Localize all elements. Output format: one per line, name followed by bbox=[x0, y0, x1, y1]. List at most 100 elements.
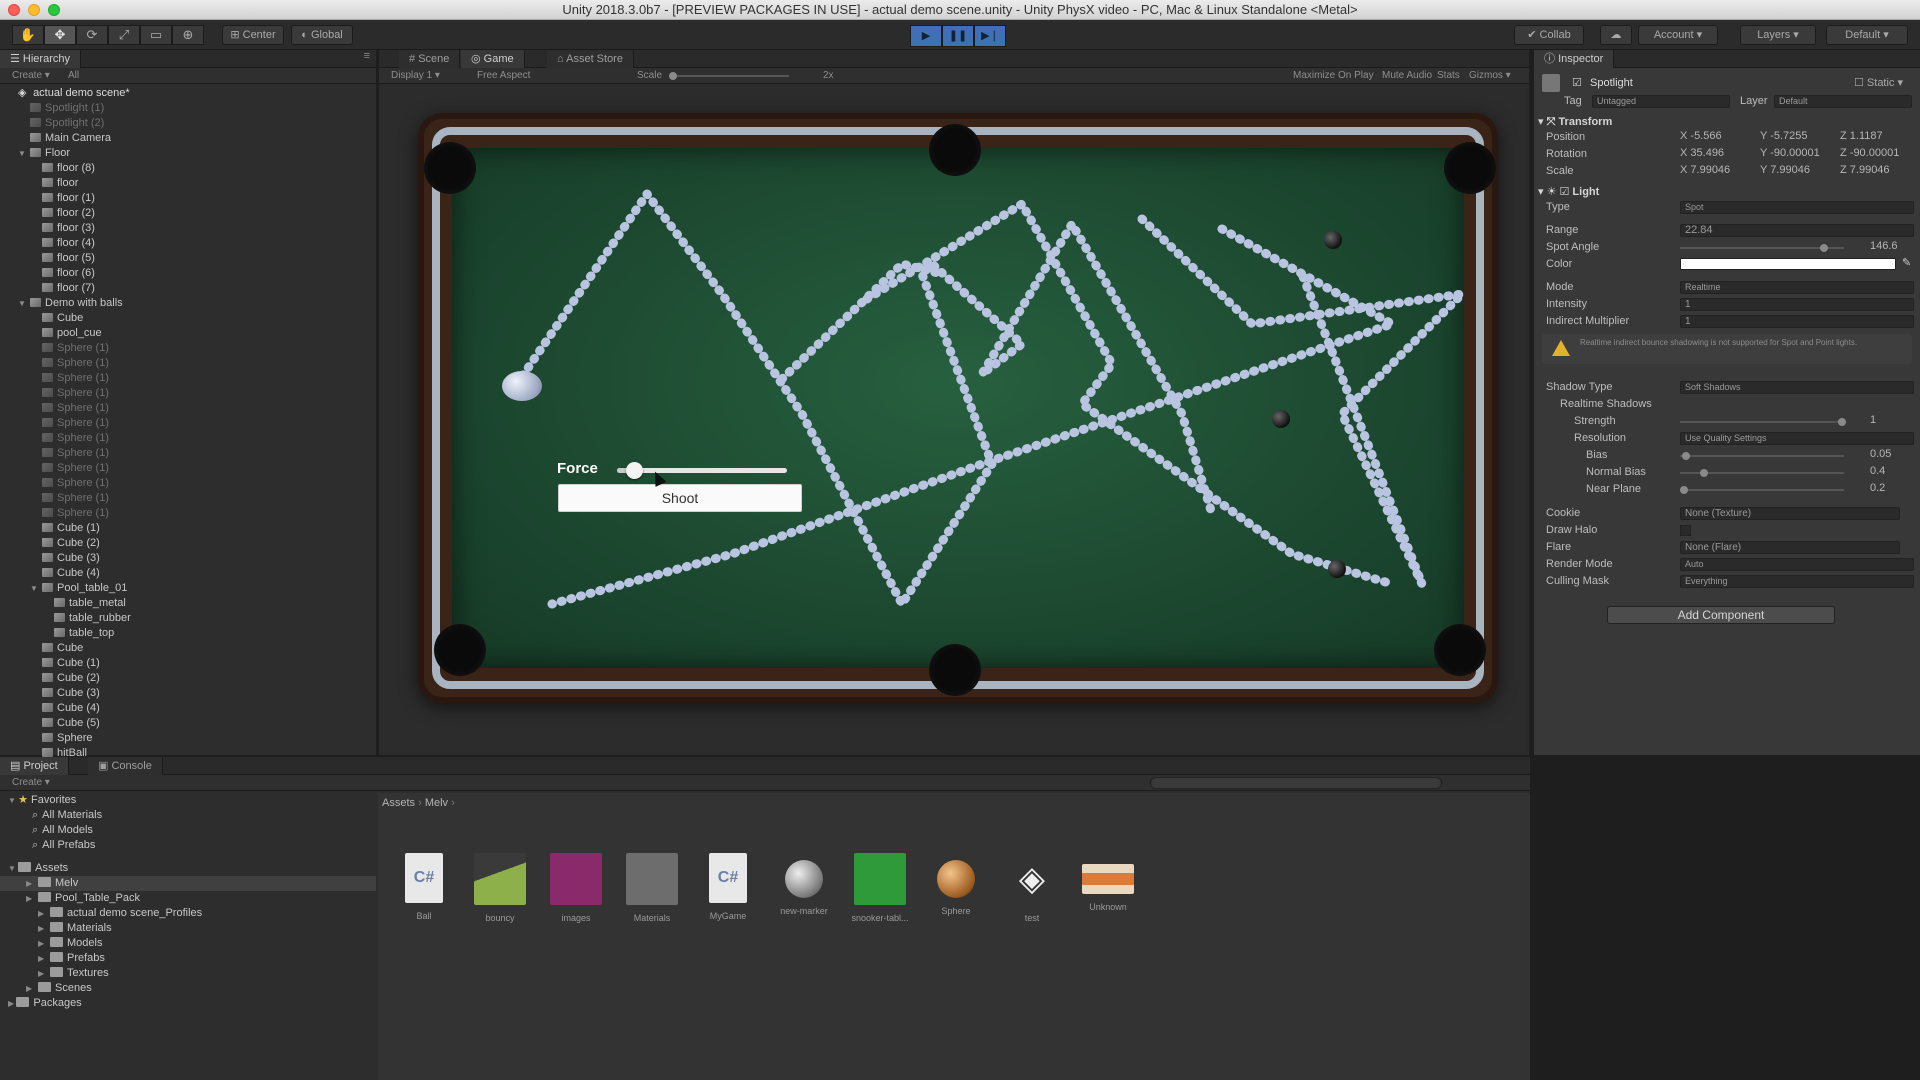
hierarchy-item[interactable]: Cube (1) bbox=[0, 656, 376, 671]
position-z-field[interactable]: Z 1.1187 bbox=[1840, 130, 1883, 142]
project-folder-item[interactable]: ▶ Prefabs bbox=[0, 951, 376, 966]
hierarchy-item[interactable]: Cube (1) bbox=[0, 521, 376, 536]
hierarchy-item[interactable]: Sphere (1) bbox=[0, 386, 376, 401]
panel-menu-icon[interactable]: ≡ bbox=[364, 50, 370, 62]
eyedropper-icon[interactable]: ✎ bbox=[1902, 256, 1911, 269]
hierarchy-item[interactable]: Sphere (1) bbox=[0, 416, 376, 431]
indirect-multiplier-field[interactable]: 1 bbox=[1680, 315, 1914, 328]
scale-tool-icon[interactable]: ⤢ bbox=[108, 25, 140, 45]
favorite-item[interactable]: ⌕ All Materials bbox=[0, 808, 376, 823]
project-folder-item[interactable]: ▶ Scenes bbox=[0, 981, 376, 996]
tab-game[interactable]: ◎ Game bbox=[461, 50, 525, 68]
hierarchy-item[interactable]: floor (7) bbox=[0, 281, 376, 296]
hierarchy-item[interactable]: Sphere (1) bbox=[0, 506, 376, 521]
force-slider[interactable] bbox=[617, 462, 787, 479]
hierarchy-item[interactable]: Sphere (1) bbox=[0, 341, 376, 356]
hierarchy-item[interactable]: Cube (2) bbox=[0, 536, 376, 551]
object-name-field[interactable]: Spotlight bbox=[1590, 77, 1790, 91]
project-search-input[interactable] bbox=[1150, 777, 1442, 789]
rotation-z-field[interactable]: Z -90.00001 bbox=[1840, 147, 1899, 159]
asset-tile[interactable]: C# MyGame bbox=[698, 853, 758, 921]
bias-knob[interactable] bbox=[1682, 452, 1690, 460]
light-enabled-checkbox[interactable]: ☑ bbox=[1560, 186, 1573, 198]
strength-knob[interactable] bbox=[1838, 418, 1846, 426]
position-x-field[interactable]: X -5.566 bbox=[1680, 130, 1722, 142]
hierarchy-item[interactable]: Cube bbox=[0, 311, 376, 326]
asset-tile[interactable]: Unknown bbox=[1078, 853, 1138, 912]
asset-tile[interactable]: new-marker bbox=[774, 853, 834, 916]
position-y-field[interactable]: Y -5.7255 bbox=[1760, 130, 1808, 142]
hierarchy-item[interactable]: Main Camera bbox=[0, 131, 376, 146]
breadcrumb-assets[interactable]: Assets bbox=[382, 797, 415, 809]
project-folder-item[interactable]: ▶ Melv bbox=[0, 876, 376, 891]
color-swatch[interactable] bbox=[1680, 258, 1896, 270]
hierarchy-item[interactable]: table_rubber bbox=[0, 611, 376, 626]
tag-dropdown[interactable]: Untagged bbox=[1592, 95, 1730, 108]
hierarchy-item[interactable]: Cube bbox=[0, 641, 376, 656]
hierarchy-item[interactable]: table_top bbox=[0, 626, 376, 641]
normal-bias-slider[interactable] bbox=[1680, 469, 1844, 477]
hierarchy-item[interactable]: ▼ Floor bbox=[0, 146, 376, 161]
draw-halo-checkbox[interactable] bbox=[1680, 525, 1691, 536]
hierarchy-item[interactable]: Spotlight (2) bbox=[0, 116, 376, 131]
layers-dropdown[interactable]: Layers ▾ bbox=[1740, 25, 1816, 45]
chevron-right-icon[interactable]: ▶ bbox=[38, 936, 50, 951]
asset-tile[interactable]: images bbox=[546, 853, 606, 923]
hierarchy-item[interactable]: ▼ Pool_table_01 bbox=[0, 581, 376, 596]
chevron-down-icon[interactable]: ▼ bbox=[18, 296, 30, 311]
collab-button[interactable]: ✔ Collab bbox=[1514, 25, 1584, 45]
aspect-dropdown[interactable]: Free Aspect bbox=[477, 68, 530, 84]
rotation-y-field[interactable]: Y -90.00001 bbox=[1760, 147, 1820, 159]
minimize-window-button[interactable] bbox=[28, 4, 40, 16]
hierarchy-item[interactable]: Cube (2) bbox=[0, 671, 376, 686]
hierarchy-item[interactable]: Sphere bbox=[0, 731, 376, 746]
play-button-icon[interactable]: ▶ bbox=[910, 25, 942, 47]
hierarchy-item[interactable]: Cube (4) bbox=[0, 566, 376, 581]
mute-audio-toggle[interactable]: Mute Audio bbox=[1382, 68, 1432, 84]
object-active-checkbox[interactable]: ☑ bbox=[1572, 76, 1582, 89]
packages-header[interactable]: ▶ Packages bbox=[0, 996, 376, 1011]
transform-header[interactable]: ▾ ⤧ Transform bbox=[1538, 114, 1916, 131]
rotate-tool-icon[interactable]: ⟳ bbox=[76, 25, 108, 45]
scale-slider-knob[interactable] bbox=[669, 72, 677, 80]
hierarchy-item[interactable]: floor (6) bbox=[0, 266, 376, 281]
render-mode-dropdown[interactable]: Auto bbox=[1680, 558, 1914, 571]
range-field[interactable]: 22.84 bbox=[1680, 224, 1914, 237]
favorite-item[interactable]: ⌕ All Models bbox=[0, 823, 376, 838]
maximize-on-play-toggle[interactable]: Maximize On Play bbox=[1293, 68, 1374, 84]
near-plane-knob[interactable] bbox=[1680, 486, 1688, 494]
chevron-right-icon[interactable]: ▶ bbox=[38, 966, 50, 981]
flare-field[interactable]: None (Flare) bbox=[1680, 541, 1900, 554]
hierarchy-item[interactable]: floor (3) bbox=[0, 221, 376, 236]
near-plane-value[interactable]: 0.2 bbox=[1870, 482, 1885, 494]
rotation-x-field[interactable]: X 35.496 bbox=[1680, 147, 1724, 159]
chevron-right-icon[interactable]: ▶ bbox=[26, 981, 38, 996]
intensity-field[interactable]: 1 bbox=[1680, 298, 1914, 311]
pause-button-icon[interactable]: ❚❚ bbox=[942, 25, 974, 47]
normal-bias-value[interactable]: 0.4 bbox=[1870, 465, 1885, 477]
scale-slider[interactable] bbox=[669, 72, 789, 80]
hierarchy-create-button[interactable]: Create ▾ bbox=[12, 68, 50, 84]
chevron-right-icon[interactable]: ▶ bbox=[38, 921, 50, 936]
scene-root[interactable]: ◈ actual demo scene* bbox=[0, 86, 376, 101]
spot-angle-slider[interactable] bbox=[1680, 244, 1844, 252]
hierarchy-item[interactable]: floor (4) bbox=[0, 236, 376, 251]
display-dropdown[interactable]: Display 1 ▾ bbox=[391, 68, 440, 84]
pivot-center-button[interactable]: ⊞ Center bbox=[222, 25, 284, 45]
assets-header[interactable]: ▼ Assets bbox=[0, 861, 376, 876]
project-folder-item[interactable]: ▶ Models bbox=[0, 936, 376, 951]
strength-value[interactable]: 1 bbox=[1870, 414, 1876, 426]
hierarchy-item[interactable]: floor (1) bbox=[0, 191, 376, 206]
hierarchy-item[interactable]: Sphere (1) bbox=[0, 371, 376, 386]
chevron-right-icon[interactable]: ▶ bbox=[26, 891, 38, 906]
hierarchy-item[interactable]: Cube (4) bbox=[0, 701, 376, 716]
gizmos-dropdown[interactable]: Gizmos ▾ bbox=[1469, 68, 1511, 84]
light-type-dropdown[interactable]: Spot bbox=[1680, 201, 1914, 214]
project-folder-item[interactable]: ▶ Materials bbox=[0, 921, 376, 936]
chevron-down-icon[interactable]: ▼ bbox=[18, 146, 30, 161]
asset-tile[interactable]: ◈ test bbox=[1002, 853, 1062, 923]
hand-tool-icon[interactable]: ✋ bbox=[12, 25, 44, 45]
hierarchy-item[interactable]: floor bbox=[0, 176, 376, 191]
rect-tool-icon[interactable]: ▭ bbox=[140, 25, 172, 45]
resolution-dropdown[interactable]: Use Quality Settings bbox=[1680, 432, 1914, 445]
